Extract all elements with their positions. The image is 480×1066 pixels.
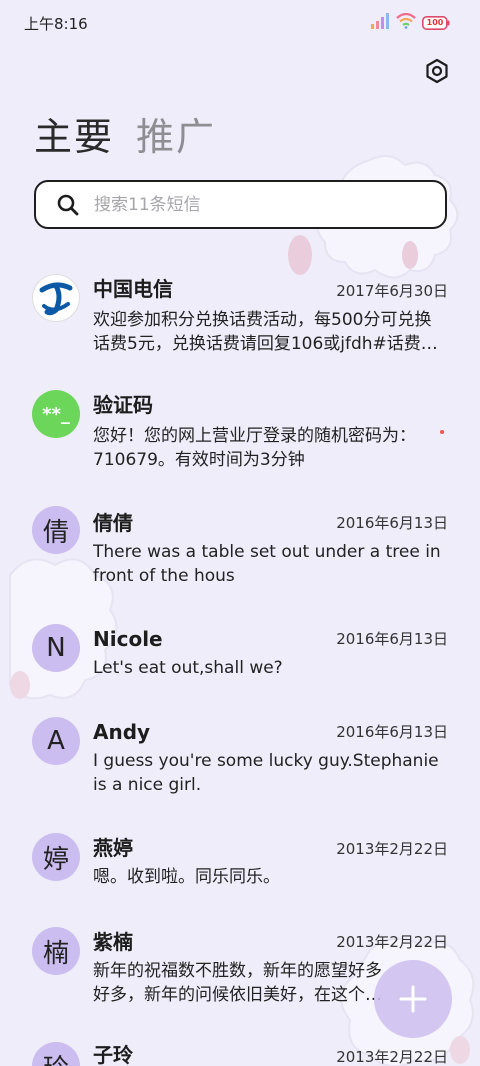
settings-button[interactable] xyxy=(420,54,454,88)
avatar-label: A xyxy=(47,726,65,756)
sender-name: 中国电信 xyxy=(93,277,173,301)
message-snippet: There was a table set out under a tree i… xyxy=(93,542,441,586)
avatar-label: N xyxy=(46,633,66,663)
contact-avatar: A xyxy=(32,717,80,765)
plus-icon xyxy=(399,985,427,1013)
message-date: 2016年6月13日 xyxy=(336,630,448,648)
sender-name: 子玲 xyxy=(93,1043,133,1066)
unread-indicator xyxy=(440,430,444,434)
sender-name: Andy xyxy=(93,720,151,744)
message-item[interactable]: N Nicole 2016年6月13日 Let's eat out,shall … xyxy=(0,618,480,698)
message-snippet: 嗯。收到啦。同乐同乐。 xyxy=(93,867,280,887)
avatar-label: **_ xyxy=(42,403,70,425)
gear-icon xyxy=(426,58,448,84)
tab-bar: 主要 推广 xyxy=(34,112,216,162)
contact-avatar: 倩 xyxy=(32,506,80,554)
message-date: 2016年6月13日 xyxy=(336,514,448,532)
message-item[interactable]: 玲 子玲 2013年2月22日 xyxy=(0,1036,480,1066)
message-snippet: 新年的祝福数不胜数，新年的愿望好多好多，新年的问候依旧美好，在这个温馨的 xyxy=(93,961,382,1005)
message-item[interactable]: A Andy 2016年6月13日 I guess you're some lu… xyxy=(0,711,480,811)
message-date: 2016年6月13日 xyxy=(336,723,448,741)
search-icon xyxy=(57,194,79,215)
contact-avatar: 楠 xyxy=(32,927,80,975)
message-item[interactable]: 倩 倩倩 2016年6月13日 There was a table set ou… xyxy=(0,502,480,602)
battery-icon: 100 xyxy=(422,16,450,30)
tab-primary[interactable]: 主要 xyxy=(34,112,114,162)
wifi-icon xyxy=(396,12,416,33)
message-item[interactable]: 中国电信 2017年6月30日 欢迎参加积分兑换话费活动，每500分可兑换话费5… xyxy=(0,270,480,370)
message-snippet: 您好！您的网上营业厅登录的随机密码为：710679。有效时间为3分钟 xyxy=(93,426,416,470)
contact-avatar: N xyxy=(32,624,80,672)
avatar-label: 倩 xyxy=(42,517,69,548)
verify-code-avatar: **_ xyxy=(32,390,80,438)
message-snippet: 欢迎参加积分兑换话费活动，每500分可兑换话费5元，兑换话费请回复106或jfd… xyxy=(93,310,438,354)
signal-icon xyxy=(370,13,390,33)
message-snippet: Let's eat out,shall we? xyxy=(93,658,283,678)
message-date: 2017年6月30日 xyxy=(336,282,448,300)
search-box[interactable] xyxy=(34,180,447,229)
message-snippet: I guess you're some lucky guy.Stephanie … xyxy=(93,751,439,795)
tab-promotions[interactable]: 推广 xyxy=(136,112,216,162)
message-item[interactable]: 婷 燕婷 2013年2月22日 嗯。收到啦。同乐同乐。 xyxy=(0,827,480,907)
message-item[interactable]: **_ 验证码 您好！您的网上营业厅登录的随机密码为：710679。有效时间为3… xyxy=(0,386,480,486)
message-date: 2013年2月22日 xyxy=(336,1048,448,1066)
battery-level: 100 xyxy=(426,18,444,27)
message-date: 2013年2月22日 xyxy=(336,933,448,951)
avatar-label: 婷 xyxy=(42,844,69,875)
status-time: 上午8:16 xyxy=(24,14,88,33)
sender-name: 倩倩 xyxy=(93,511,133,535)
telecom-logo-icon xyxy=(39,282,73,316)
contact-avatar: 婷 xyxy=(32,833,80,881)
status-icons: 100 xyxy=(370,12,450,33)
sender-name: Nicole xyxy=(93,627,163,651)
search-input[interactable] xyxy=(94,194,445,215)
message-date: 2013年2月22日 xyxy=(336,840,448,858)
avatar-label: 楠 xyxy=(42,938,69,969)
sender-name: 紫楠 xyxy=(93,930,133,954)
contact-avatar: 玲 xyxy=(32,1042,80,1066)
status-bar: 上午8:16 100 xyxy=(0,0,480,46)
compose-button[interactable] xyxy=(374,960,452,1038)
avatar-label: 玲 xyxy=(43,1048,69,1066)
sender-name: 验证码 xyxy=(93,393,153,417)
sender-name: 燕婷 xyxy=(93,836,133,860)
telecom-logo-avatar xyxy=(32,274,80,322)
